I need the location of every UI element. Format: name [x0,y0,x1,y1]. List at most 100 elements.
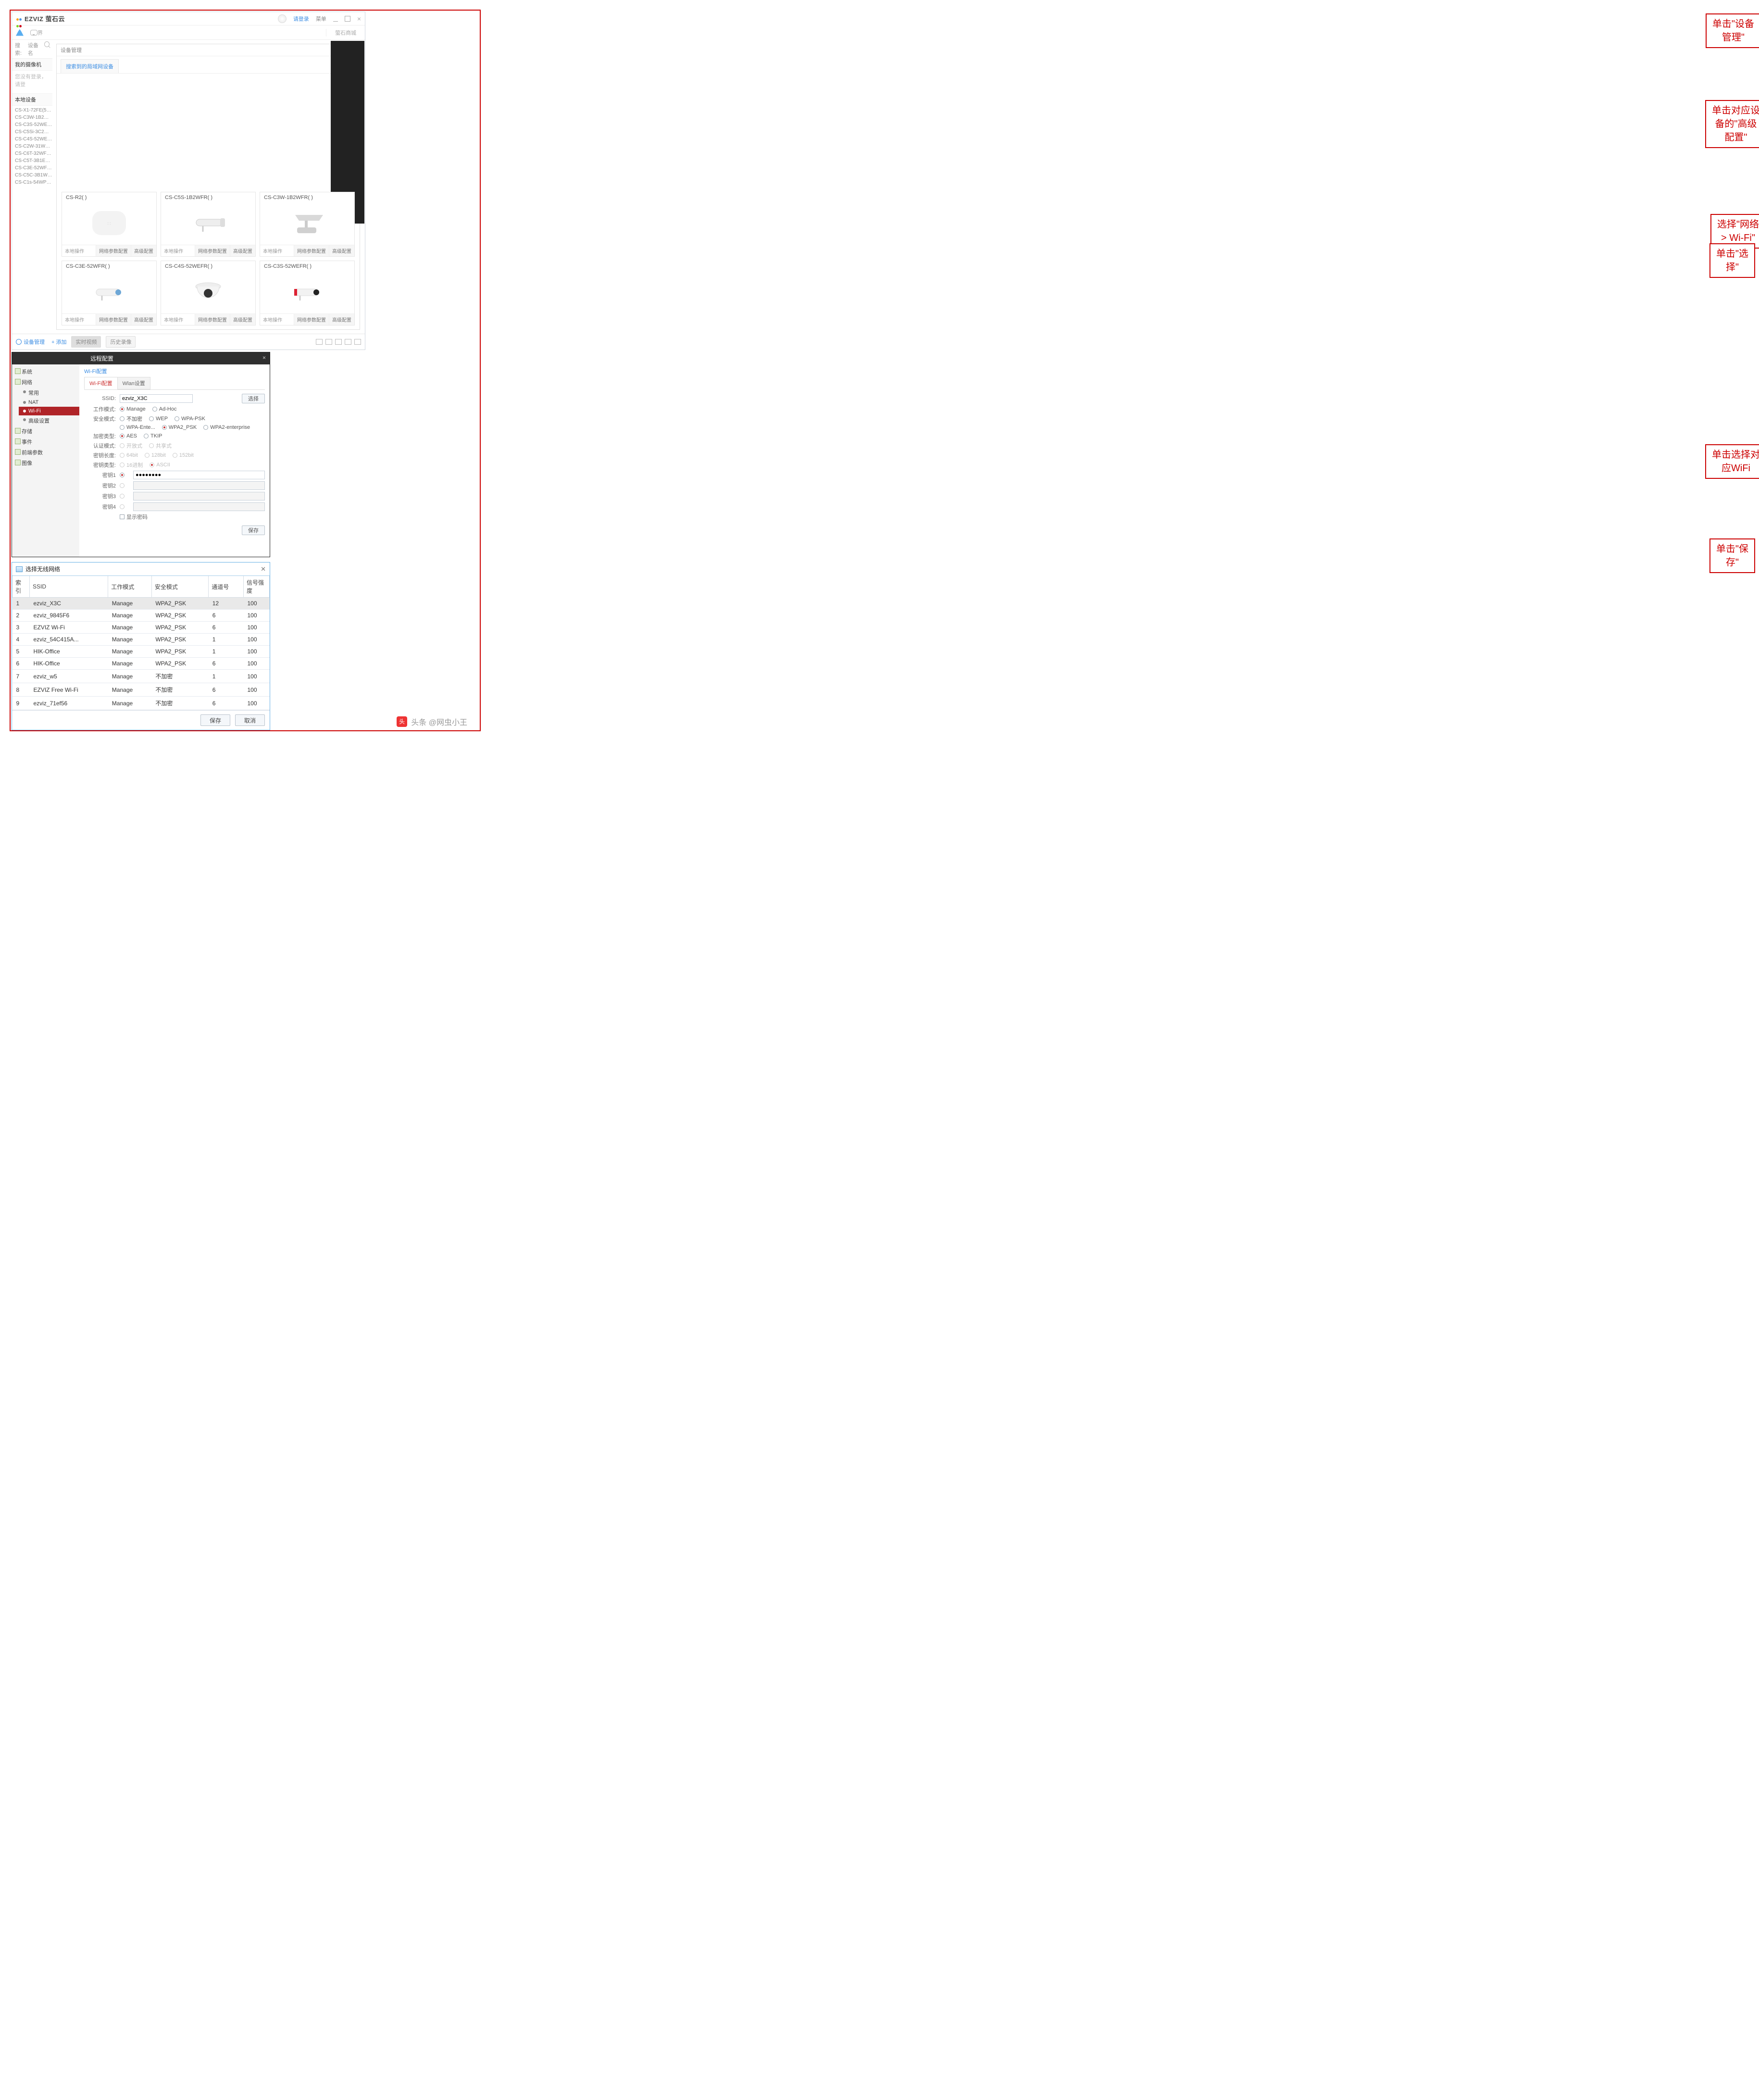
radio-wep[interactable]: WEP [149,416,168,422]
tab-found-local[interactable]: 搜索到的局域网设备 [61,59,119,73]
col-mode[interactable]: 工作模式 [108,576,152,598]
close-icon[interactable]: × [357,15,361,23]
login-link[interactable]: 请登录 [293,15,309,23]
radio-wpa2ent[interactable]: WPA2-enterprise [203,425,250,430]
close-icon[interactable]: × [262,354,266,362]
tree-wifi[interactable]: Wi-Fi [19,407,79,415]
adv-config-button[interactable]: 高级配置 [329,245,354,256]
adv-config-button[interactable]: 高级配置 [131,314,156,325]
tree-frontend[interactable]: 前端参数 [12,447,79,458]
radio-wpaent[interactable]: WPA-Ente... [120,425,155,430]
wifi-row[interactable]: 6HIK-OfficeManageWPA2_PSK6100 [12,658,270,670]
menu-link[interactable]: 菜单 [316,15,326,23]
tree-storage[interactable]: 存储 [12,426,79,437]
device-item[interactable]: CS-X1-72FE(55T2) [15,107,52,114]
wifi-row[interactable]: 2ezviz_9845F6ManageWPA2_PSK6100 [12,610,270,622]
contacts-icon[interactable] [16,29,24,36]
layout-more-icon[interactable] [354,339,361,345]
device-item[interactable]: CS-C1s-54WPFBR... [15,179,52,186]
add-device-link[interactable]: + 添加 [51,338,66,346]
adv-config-button[interactable]: 高级配置 [230,314,255,325]
local-op[interactable]: 本地操作 [62,314,87,325]
section-local-devices[interactable]: 本地设备 [12,94,52,106]
device-item[interactable]: CS-C4S-52WEFR(6... [15,136,52,143]
sidebar-search[interactable]: 搜索: 设备名 [12,40,52,59]
ssid-input[interactable] [120,394,193,403]
net-config-button[interactable]: 网络参数配置 [96,245,131,256]
nav-mall[interactable]: 萤石商城 [326,29,361,37]
radio-noenc[interactable]: 不加密 [120,415,142,423]
device-item[interactable]: CS-C5Si-3C2WFR(... [15,128,52,136]
tree-common[interactable]: 常用 [19,388,79,398]
device-item[interactable]: CS-C3E-52WFR(60... [15,164,52,172]
layout-1-icon[interactable] [316,339,323,345]
local-op[interactable]: 本地操作 [161,314,186,325]
tree-event[interactable]: 事件 [12,437,79,447]
subtab-wifi[interactable]: Wi-Fi配置 [84,377,118,389]
tab-history[interactable]: 历史录像 [106,336,136,348]
device-item[interactable]: CS-C5C-3B1WFR(6... [15,172,52,179]
radio-adhoc[interactable]: Ad-Hoc [152,406,177,412]
radio-wpa2psk[interactable]: WPA2_PSK [162,425,197,430]
minimize-icon[interactable] [333,16,338,22]
nav-world[interactable]: 界 [37,29,50,37]
close-icon[interactable]: ✕ [261,565,266,573]
device-item[interactable]: CS-C5T-3B1ER(14... [15,157,52,164]
radio-manage[interactable]: Manage [120,406,146,412]
col-index[interactable]: 索引 [12,576,30,598]
col-ssid[interactable]: SSID [30,576,108,598]
local-op[interactable]: 本地操作 [62,245,87,256]
radio-aes[interactable]: AES [120,433,137,439]
device-item[interactable]: CS-C3W-1B2WFR(2... [15,114,52,121]
net-config-button[interactable]: 网络参数配置 [96,314,131,325]
wifi-row[interactable]: 5HIK-OfficeManageWPA2_PSK1100 [12,646,270,658]
wifi-row[interactable]: 4ezviz_54C415A...ManageWPA2_PSK1100 [12,634,270,646]
adv-config-button[interactable]: 高级配置 [230,245,255,256]
tab-live-video[interactable]: 实时视频 [71,336,101,348]
subtab-wlan[interactable]: Wlan设置 [117,377,150,389]
tree-image[interactable]: 图像 [12,458,79,468]
wifi-cancel-button[interactable]: 取消 [235,714,265,726]
local-op[interactable]: 本地操作 [260,314,285,325]
wifi-row[interactable]: 9ezviz_71ef56Manage不加密6100 [12,697,270,710]
tree-nat[interactable]: NAT [19,398,79,407]
radio-wpapsk[interactable]: WPA-PSK [175,416,205,422]
wifi-row[interactable]: 7ezviz_w5Manage不加密1100 [12,670,270,683]
layout-16-icon[interactable] [345,339,351,345]
radio-key1[interactable] [120,473,126,477]
avatar-icon[interactable] [278,14,287,23]
net-config-button[interactable]: 网络参数配置 [195,245,230,256]
adv-config-button[interactable]: 高级配置 [329,314,354,325]
device-item[interactable]: CS-C2W-31WPFR(6... [15,143,52,150]
section-my-cameras[interactable]: 我的摄像机 [12,59,52,71]
chat-icon[interactable] [30,30,37,36]
net-config-button[interactable]: 网络参数配置 [294,245,329,256]
device-item[interactable]: CS-C6T-32WFR(60... [15,150,52,157]
col-security[interactable]: 安全模式 [151,576,208,598]
wifi-row[interactable]: 1ezviz_X3CManageWPA2_PSK12100 [12,598,270,610]
local-op[interactable]: 本地操作 [260,245,285,256]
net-config-button[interactable]: 网络参数配置 [294,314,329,325]
col-signal[interactable]: 信号强度 [244,576,270,598]
tree-network[interactable]: 网络 [12,377,79,388]
save-button[interactable]: 保存 [242,525,265,535]
adv-config-button[interactable]: 高级配置 [131,245,156,256]
select-wifi-button[interactable]: 选择 [242,394,265,403]
maximize-icon[interactable] [345,16,350,22]
tree-system[interactable]: 系统 [12,366,79,377]
show-password-checkbox[interactable]: 显示密码 [120,513,148,521]
tree-advanced[interactable]: 高级设置 [19,415,79,426]
local-op[interactable]: 本地操作 [161,245,186,256]
radio-tkip[interactable]: TKIP [144,433,162,439]
search-icon[interactable] [44,41,50,47]
wifi-row[interactable]: 3EZVIZ Wi-FiManageWPA2_PSK6100 [12,622,270,634]
device-mgmt-link[interactable]: 设备管理 [16,338,45,346]
layout-4-icon[interactable] [325,339,332,345]
key1-input[interactable] [133,471,265,479]
wifi-row[interactable]: 8EZVIZ Free Wi-FiManage不加密6100 [12,683,270,697]
net-config-button[interactable]: 网络参数配置 [195,314,230,325]
col-channel[interactable]: 通道号 [209,576,244,598]
layout-9-icon[interactable] [335,339,342,345]
device-item[interactable]: CS-C3S-52WEFR(5... [15,121,52,128]
wifi-save-button[interactable]: 保存 [200,714,230,726]
